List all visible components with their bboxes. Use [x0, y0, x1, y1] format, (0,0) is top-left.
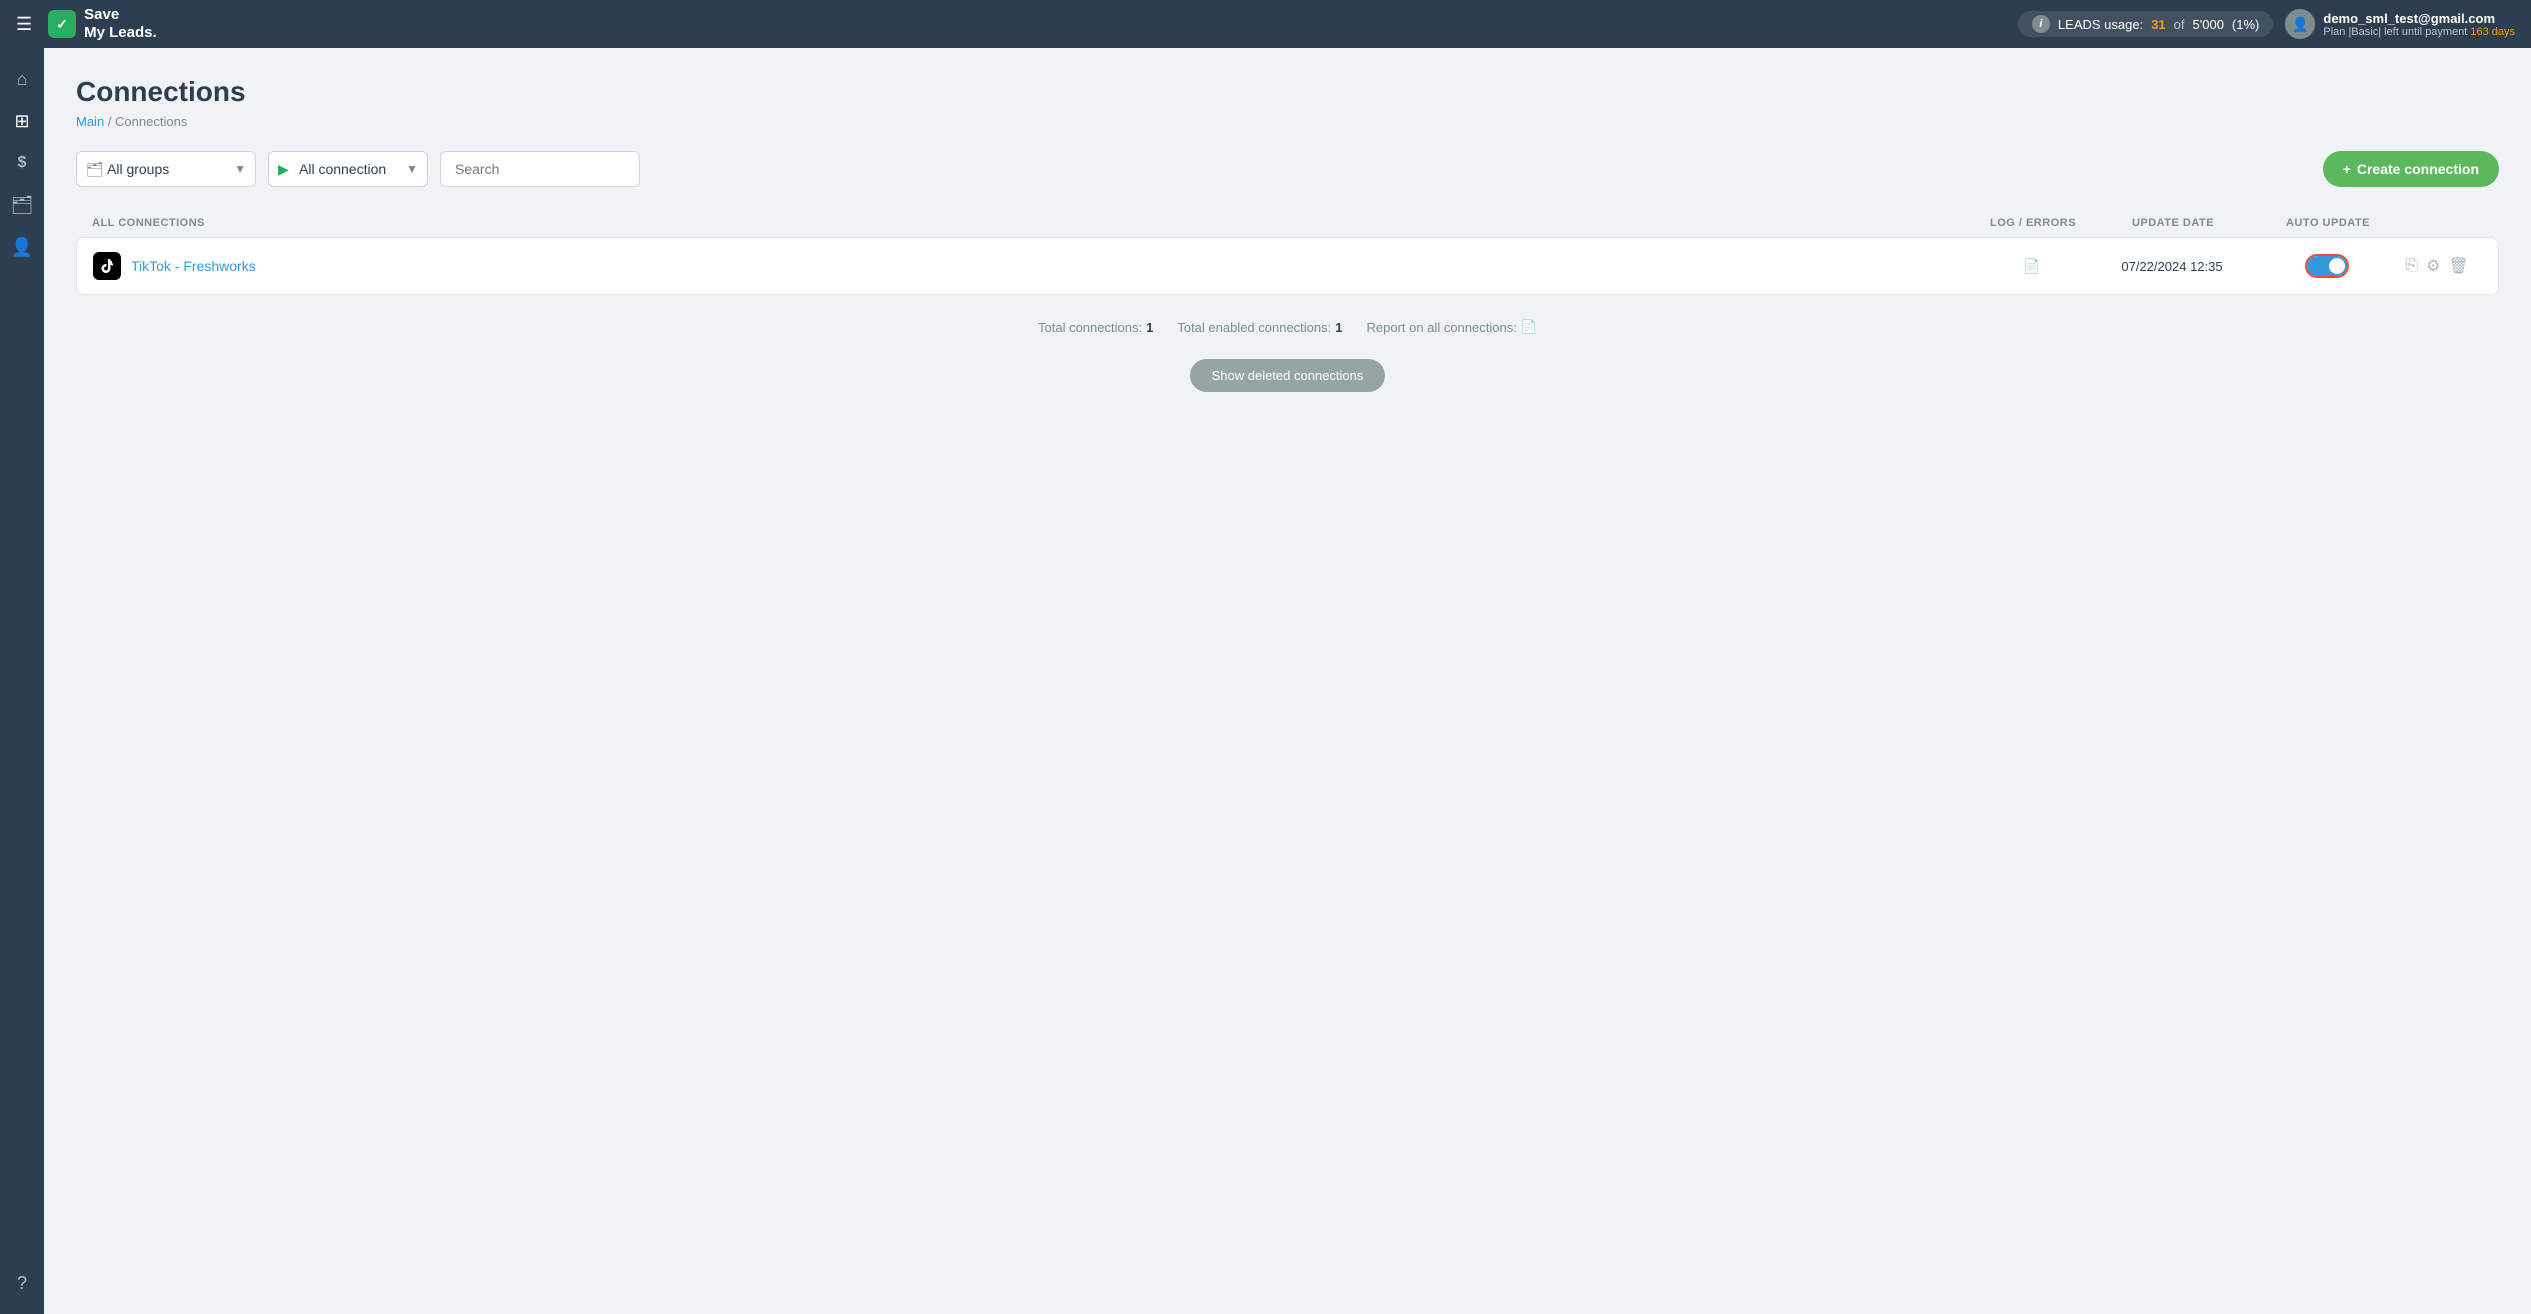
sidebar-item-billing[interactable]: $ — [3, 144, 41, 182]
user-info-nav[interactable]: 👤 demo_sml_test@gmail.com Plan |Basic| l… — [2285, 9, 2515, 39]
connection-log: 📄 — [1982, 258, 2082, 275]
breadcrumb-home[interactable]: Main — [76, 114, 104, 129]
sidebar-item-help[interactable]: ? — [3, 1264, 41, 1302]
logo-text: Save My Leads. — [84, 6, 157, 42]
total-connections-stat: Total connections: 1 — [1038, 320, 1153, 335]
report-icon[interactable]: 📄 — [1521, 319, 1537, 335]
table-header: ALL CONNECTIONS LOG / ERRORS UPDATE DATE… — [76, 209, 2499, 237]
connection-link[interactable]: TikTok - Freshworks — [93, 252, 1982, 280]
col-header-update: UPDATE DATE — [2083, 217, 2263, 229]
toggle-track — [2307, 256, 2347, 276]
page-title: Connections — [76, 76, 2499, 108]
info-icon: i — [2032, 15, 2050, 33]
connection-name-text: TikTok - Freshworks — [131, 258, 256, 274]
logo-icon: ✓ — [48, 10, 76, 38]
sidebar-item-home[interactable]: ⌂ — [3, 60, 41, 98]
footer-stats: Total connections: 1 Total enabled conne… — [76, 303, 2499, 351]
breadcrumb: Main / Connections — [76, 114, 2499, 129]
tiktok-icon — [93, 252, 121, 280]
table-row: TikTok - Freshworks 📄 07/22/2024 12:35 — [76, 237, 2499, 295]
connection-filter-wrapper: ▶ All connection ▼ — [268, 151, 428, 187]
connection-auto-update — [2262, 254, 2392, 278]
groups-filter[interactable]: All groups — [76, 151, 256, 187]
leads-pct: (1%) — [2232, 17, 2259, 32]
leads-total: 5'000 — [2193, 17, 2224, 32]
total-enabled-stat: Total enabled connections: 1 — [1177, 320, 1342, 335]
show-deleted-button[interactable]: Show deleted connections — [1190, 359, 1386, 392]
log-document-icon[interactable]: 📄 — [2023, 258, 2040, 274]
connection-filter[interactable]: All connection — [268, 151, 428, 187]
breadcrumb-current: Connections — [115, 114, 187, 129]
connection-update-date: 07/22/2024 12:35 — [2082, 259, 2262, 274]
search-input[interactable] — [440, 151, 640, 187]
copy-icon[interactable]: ⎘ — [2405, 257, 2418, 275]
user-email: demo_sml_test@gmail.com — [2323, 11, 2515, 26]
connection-name-col: TikTok - Freshworks — [93, 252, 1982, 280]
breadcrumb-separator: / — [108, 114, 115, 129]
toolbar: 🗂 All groups ▼ ▶ All connection ▼ — [76, 151, 2499, 187]
connections-list: TikTok - Freshworks 📄 07/22/2024 12:35 — [76, 237, 2499, 295]
create-connection-button[interactable]: + Create connection — [2323, 151, 2499, 187]
topnav: ☰ ✓ Save My Leads. i LEADS usage: 31 of … — [0, 0, 2531, 48]
main-content: Connections Main / Connections 🗂 All gro… — [44, 48, 2531, 1314]
settings-icon[interactable]: ⚙ — [2426, 256, 2440, 276]
sidebar-item-templates[interactable]: 🗂 — [3, 186, 41, 224]
left-sidebar: ⌂ ⊞ $ 🗂 👤 ? — [0, 48, 44, 1314]
avatar: 👤 — [2285, 9, 2315, 39]
logo: ✓ Save My Leads. — [48, 6, 157, 42]
leads-usage: i LEADS usage: 31 of 5'000 (1%) — [2018, 11, 2273, 37]
leads-of: of — [2174, 17, 2185, 32]
sidebar-item-connections[interactable]: ⊞ — [3, 102, 41, 140]
col-header-log: LOG / ERRORS — [1983, 217, 2083, 229]
col-header-auto: AUTO UPDATE — [2263, 217, 2393, 229]
report-stat: Report on all connections: 📄 — [1367, 319, 1538, 335]
plus-icon: + — [2343, 161, 2351, 177]
user-plan: Plan |Basic| left until payment 163 days — [2323, 26, 2515, 38]
leads-used: 31 — [2151, 17, 2165, 32]
delete-icon[interactable]: 🗑 — [2448, 256, 2468, 276]
col-header-connections: ALL CONNECTIONS — [92, 217, 1983, 229]
sidebar-item-account[interactable]: 👤 — [3, 228, 41, 266]
connection-actions: ⎘ ⚙ 🗑 — [2392, 256, 2482, 276]
toggle-thumb — [2329, 258, 2345, 274]
user-details: demo_sml_test@gmail.com Plan |Basic| lef… — [2323, 11, 2515, 38]
create-connection-label: Create connection — [2357, 161, 2479, 177]
auto-update-toggle[interactable] — [2305, 254, 2349, 278]
hamburger-icon[interactable]: ☰ — [16, 14, 32, 35]
groups-filter-wrapper: 🗂 All groups ▼ — [76, 151, 256, 187]
